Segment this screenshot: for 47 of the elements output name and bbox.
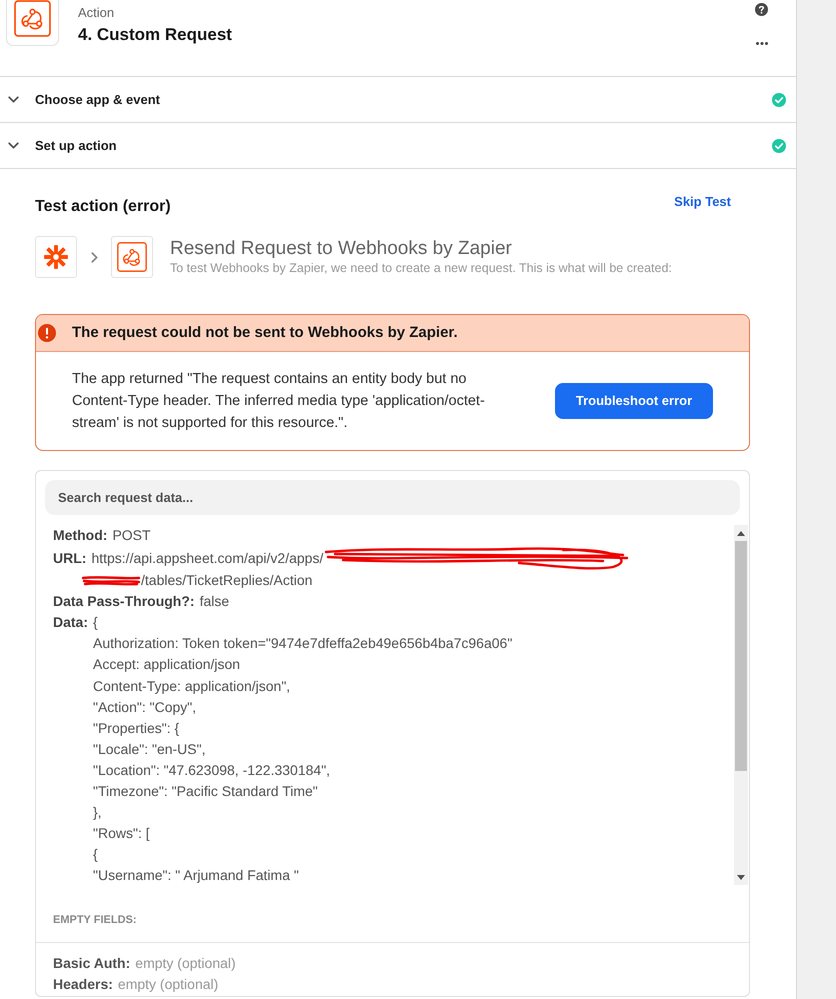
field-value: false xyxy=(200,592,230,612)
alert-icon xyxy=(38,324,56,342)
section-title: Test action (error) xyxy=(35,197,171,217)
data-line: "Timezone": "Pacific Standard Time" xyxy=(93,782,318,802)
troubleshoot-error-button[interactable]: Troubleshoot error xyxy=(555,383,713,419)
webhook-app-icon xyxy=(111,236,153,278)
step-toggle[interactable]: Set up action xyxy=(0,123,796,169)
data-line: "Properties": { xyxy=(93,718,180,738)
field-value: empty (optional) xyxy=(135,954,236,973)
field-value: https://api.appsheet.com/api/v2/apps/ xyxy=(91,548,324,568)
step-toggle[interactable]: Choose app & event xyxy=(0,77,796,123)
data-line: }, xyxy=(93,803,102,822)
field-value: { xyxy=(93,613,98,632)
step-kicker: Action xyxy=(78,4,116,21)
data-line: "Rows": [ xyxy=(93,824,150,844)
empty-fields-heading: EMPTY FIELDS: xyxy=(53,914,137,926)
webhook-icon xyxy=(14,0,51,37)
field-value: empty (optional) xyxy=(118,975,218,994)
scroll-up-arrow-icon[interactable] xyxy=(737,531,745,536)
error-message: The app returned "The request contains an entity body but no Content-Type header. The inferred media type 'application/octet-stream' is not supported for this resource.". xyxy=(71,370,486,433)
scrollbar-thumb[interactable] xyxy=(735,541,747,771)
data-line: Accept: application/json xyxy=(93,655,240,674)
field-label: Method: xyxy=(53,526,108,545)
field-label: URL: xyxy=(53,548,86,568)
data-line: Content-Type: application/json", xyxy=(93,676,290,696)
data-line: "Username": " Arjumand Fatima " xyxy=(93,866,299,885)
request-subtitle: To test Webhooks by Zapier, we need to create a new request. This is what will be created: xyxy=(170,260,672,276)
field-value: POST xyxy=(112,526,151,545)
scroll-down-arrow-icon[interactable] xyxy=(737,875,745,880)
data-line: "Locale": "en-US", xyxy=(93,740,206,759)
error-title: The request could not be sent to Webhooks by Zapier. xyxy=(72,322,458,343)
zapier-logo-icon xyxy=(35,236,77,278)
data-line: "Location": "47.623098, -122.330184", xyxy=(93,760,330,780)
skip-test-link[interactable]: Skip Test xyxy=(674,193,731,210)
step-title: 4. Custom Request xyxy=(78,24,232,45)
request-title: Resend Request to Webhooks by Zapier xyxy=(170,238,513,260)
data-line: { xyxy=(93,845,98,864)
field-label: Data: xyxy=(53,613,88,632)
field-label: Basic Auth: xyxy=(53,954,130,973)
field-value: /tables/TicketReplies/Action xyxy=(141,571,312,590)
data-line: "Action": "Copy", xyxy=(93,698,196,717)
field-label: Headers: xyxy=(53,975,113,994)
field-label: Data Pass-Through?: xyxy=(53,592,195,612)
search-field[interactable]: Search request data... xyxy=(45,480,740,515)
data-line: Authorization: Token token="9474e7dfeffa2eb49e656b4ba7c96a06" xyxy=(93,634,512,654)
more-options-icon[interactable] xyxy=(756,42,768,45)
help-icon[interactable] xyxy=(755,3,768,16)
